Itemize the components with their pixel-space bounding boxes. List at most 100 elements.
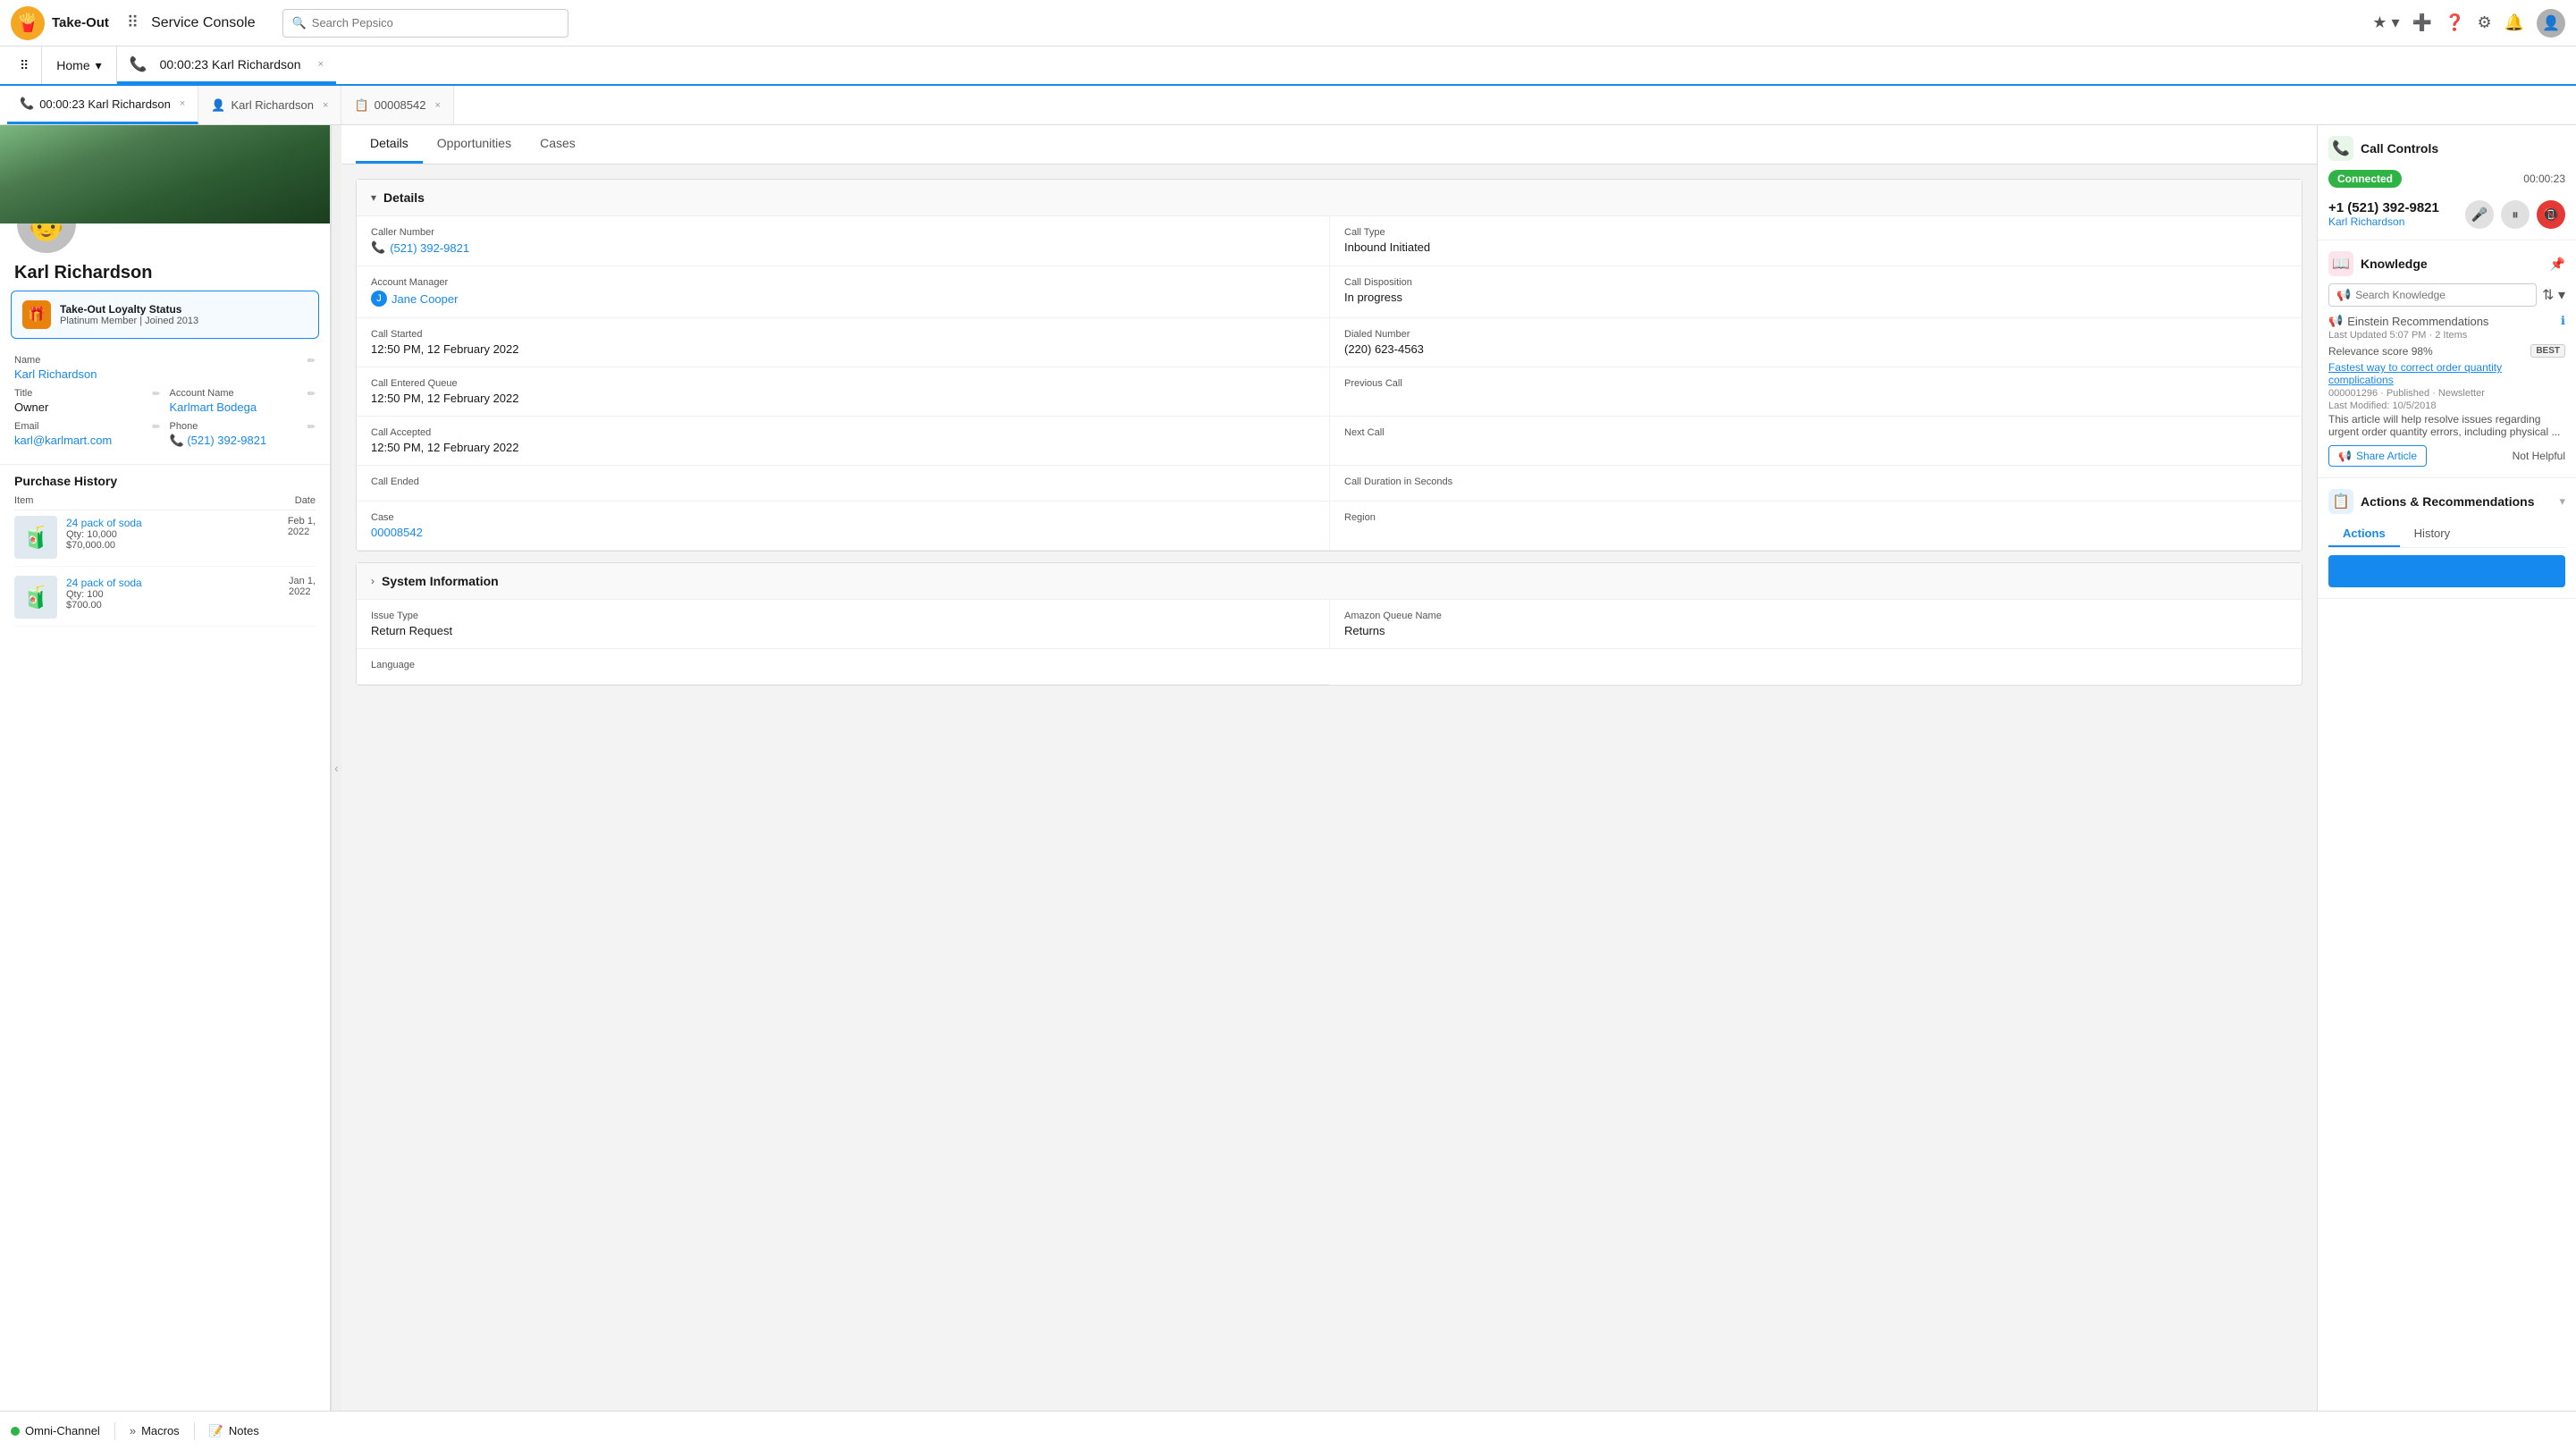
- account-manager-value[interactable]: J Jane Cooper: [371, 291, 1315, 307]
- case-value[interactable]: 00008542: [371, 526, 1315, 539]
- global-search-input[interactable]: [312, 16, 559, 30]
- field-account-manager: Account Manager J Jane Cooper: [357, 266, 1329, 318]
- favorites-button[interactable]: ★ ▾: [2372, 13, 2399, 32]
- account-edit-icon[interactable]: ✏: [307, 388, 316, 414]
- tab-person-label: Karl Richardson: [232, 98, 315, 112]
- call-tab[interactable]: 📞 00:00:23 Karl Richardson ×: [117, 46, 336, 84]
- amazon-queue-label: Amazon Queue Name: [1344, 611, 2287, 621]
- name-edit-icon[interactable]: ✏: [307, 355, 316, 381]
- details-form-grid: Caller Number 📞 (521) 392-9821 Call Type…: [357, 216, 2302, 551]
- item-thumbnail: 🧃: [14, 576, 57, 619]
- field-dialed-number: Dialed Number (220) 623-4563: [1329, 318, 2302, 367]
- knowledge-search-input[interactable]: [2355, 289, 2529, 301]
- add-button[interactable]: ➕: [2412, 13, 2432, 32]
- home-label: Home: [56, 58, 89, 72]
- sidebar-person-name: Karl Richardson: [0, 263, 330, 291]
- system-info-header[interactable]: › System Information: [357, 563, 2302, 600]
- app-title: Service Console: [151, 15, 256, 31]
- content-body: ▾ Details Caller Number 📞 (521) 392-9821: [341, 164, 2317, 1411]
- not-helpful-button[interactable]: Not Helpful: [2513, 450, 2565, 462]
- tab-details[interactable]: Details: [356, 125, 423, 164]
- tab-opportunities[interactable]: Opportunities: [423, 125, 526, 164]
- notes-item[interactable]: 📝 Notes: [209, 1424, 259, 1438]
- help-button[interactable]: ❓: [2445, 13, 2464, 32]
- app-logo: 🍟: [11, 6, 45, 40]
- call-tab-close[interactable]: ×: [318, 59, 324, 70]
- call-person-link[interactable]: Karl Richardson: [2328, 215, 2439, 228]
- sidebar-collapse-handle[interactable]: ‹: [331, 125, 341, 1411]
- item-name-link[interactable]: 24 pack of soda: [66, 577, 142, 589]
- hold-button[interactable]: ⏸: [2501, 200, 2530, 229]
- tab-call-close[interactable]: ×: [180, 98, 185, 109]
- grid-menu-button[interactable]: ⠿: [7, 46, 42, 84]
- info-icon[interactable]: ℹ: [2561, 314, 2565, 328]
- previous-call-label: Previous Call: [1344, 378, 2287, 389]
- account-value[interactable]: Karlmart Bodega: [170, 400, 295, 414]
- tab-case-close[interactable]: ×: [434, 100, 440, 111]
- sort-icon[interactable]: ⇅ ▾: [2542, 286, 2565, 304]
- nav-home[interactable]: Home ▾: [42, 46, 116, 84]
- field-row-email-phone: Email karl@karlmart.com ✏ Phone 📞 (521) …: [14, 421, 316, 448]
- omnichannel-label: Omni-Channel: [25, 1424, 100, 1437]
- settings-button[interactable]: ⚙: [2477, 13, 2491, 32]
- call-accepted-label: Call Accepted: [371, 427, 1315, 438]
- item-info: 24 pack of soda Qty: 10,000 $70,000.00: [66, 516, 279, 551]
- knowledge-pin-icon[interactable]: 📌: [2550, 257, 2565, 272]
- system-info-title: System Information: [382, 574, 499, 588]
- global-search-bar[interactable]: 🔍: [282, 9, 568, 38]
- call-timer: 00:00:23: [2523, 173, 2565, 185]
- knowledge-title: 📖 Knowledge: [2328, 251, 2428, 276]
- share-article-button[interactable]: 📢 Share Article: [2328, 445, 2427, 467]
- tab-person[interactable]: 👤 Karl Richardson ×: [198, 86, 341, 124]
- issue-type-label: Issue Type: [371, 611, 1315, 621]
- call-tab-label: 00:00:23 Karl Richardson: [160, 57, 301, 72]
- mute-button[interactable]: 🎤: [2465, 200, 2494, 229]
- dialed-number-label: Dialed Number: [1344, 329, 2287, 340]
- field-case: Case 00008542: [357, 502, 1329, 551]
- knowledge-search-bar[interactable]: 📢: [2328, 283, 2537, 307]
- connected-badge: Connected: [2328, 170, 2402, 188]
- account-label: Account Name: [170, 388, 295, 399]
- macros-item[interactable]: » Macros: [130, 1424, 180, 1437]
- ar-dropdown-icon[interactable]: ▾: [2559, 494, 2565, 509]
- omnichannel-status-dot: [11, 1427, 20, 1436]
- call-entered-queue-label: Call Entered Queue: [371, 378, 1315, 389]
- einstein-label: 📢 Einstein Recommendations: [2328, 314, 2488, 328]
- tab-call-icon: 📞: [20, 97, 34, 111]
- ar-tab-actions[interactable]: Actions: [2328, 521, 2400, 547]
- purchase-history-title: Purchase History: [14, 474, 316, 488]
- item-name-link[interactable]: 24 pack of soda: [66, 517, 142, 529]
- dialed-number-value: (220) 623-4563: [1344, 342, 2287, 356]
- call-accepted-value: 12:50 PM, 12 February 2022: [371, 441, 1315, 454]
- call-controls-section: 📞 Call Controls Connected 00:00:23 +1 (5…: [2318, 125, 2576, 240]
- bell-button[interactable]: 🔔: [2504, 13, 2524, 32]
- email-value[interactable]: karl@karlmart.com: [14, 434, 139, 447]
- utility-bar: ⠿ Home ▾ 📞 00:00:23 Karl Richardson ×: [0, 46, 2576, 86]
- article-actions: 📢 Share Article Not Helpful: [2328, 445, 2565, 467]
- ar-tabs: Actions History: [2328, 521, 2565, 548]
- tab-call[interactable]: 📞 00:00:23 Karl Richardson ×: [7, 86, 198, 124]
- article-title[interactable]: Fastest way to correct order quantity co…: [2328, 361, 2565, 386]
- phone-edit-icon[interactable]: ✏: [307, 421, 316, 448]
- user-avatar[interactable]: 👤: [2537, 9, 2565, 38]
- ar-header: 📋 Actions & Recommendations ▾: [2328, 489, 2565, 514]
- name-value[interactable]: Karl Richardson: [14, 367, 295, 381]
- grid-icon[interactable]: ⠿: [127, 13, 139, 32]
- tab-cases[interactable]: Cases: [526, 125, 590, 164]
- item-date: Jan 1,2022: [289, 576, 316, 597]
- field-issue-type: Issue Type Return Request: [357, 600, 1329, 649]
- sidebar-header-image: [0, 125, 330, 223]
- phone-label: Phone: [170, 421, 295, 432]
- end-call-button[interactable]: 📵: [2537, 200, 2565, 229]
- caller-number-value[interactable]: 📞 (521) 392-9821: [371, 240, 1315, 255]
- call-disposition-label: Call Disposition: [1344, 277, 2287, 288]
- ar-tab-history[interactable]: History: [2400, 521, 2464, 547]
- tab-person-close[interactable]: ×: [323, 100, 328, 111]
- title-edit-icon[interactable]: ✏: [152, 388, 160, 414]
- email-edit-icon[interactable]: ✏: [152, 421, 160, 448]
- tab-case[interactable]: 📋 00008542 ×: [341, 86, 453, 124]
- omnichannel-item[interactable]: Omni-Channel: [11, 1424, 100, 1437]
- list-item: 🧃 24 pack of soda Qty: 10,000 $70,000.00…: [14, 516, 316, 567]
- details-section-header[interactable]: ▾ Details: [357, 180, 2302, 216]
- phone-value[interactable]: 📞 (521) 392-9821: [170, 434, 295, 448]
